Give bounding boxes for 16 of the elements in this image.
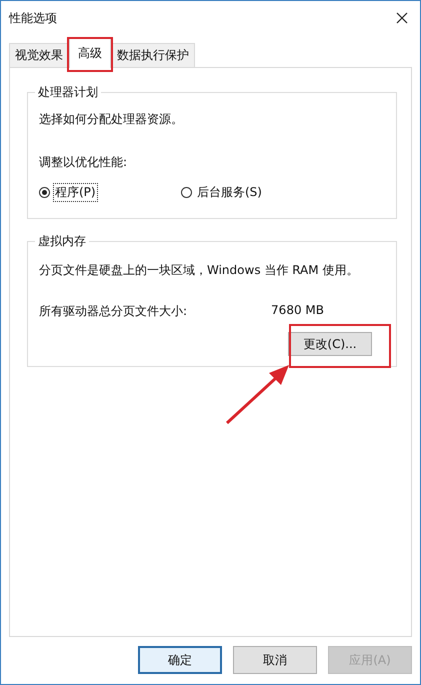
radio-option[interactable]: 后台服务(S) xyxy=(181,183,323,202)
total-label: 所有驱动器总分页文件大小: xyxy=(39,303,188,320)
window-title: 性能选项 xyxy=(9,10,57,26)
radio-option[interactable]: 程序(P) xyxy=(39,183,181,202)
tab[interactable]: 视觉效果 xyxy=(9,43,69,67)
tab[interactable]: 数据执行保护 xyxy=(111,43,195,67)
total-value: 7680 MB xyxy=(271,303,324,319)
dialog-button[interactable]: 取消 xyxy=(233,646,317,674)
prompt-text: 调整以优化性能: xyxy=(39,154,128,171)
group-title: 处理器计划 xyxy=(37,84,99,101)
description-text: 选择如何分配处理器资源。 xyxy=(39,111,184,128)
dialog-button[interactable]: 确定 xyxy=(138,646,222,674)
tab[interactable]: 高级 xyxy=(69,38,111,68)
group-title: 虚拟内存 xyxy=(37,233,87,250)
change-button[interactable]: 更改(C)... xyxy=(288,332,372,356)
description-text: 分页文件是硬盘上的一块区域，Windows 当作 RAM 使用。 xyxy=(39,262,360,279)
